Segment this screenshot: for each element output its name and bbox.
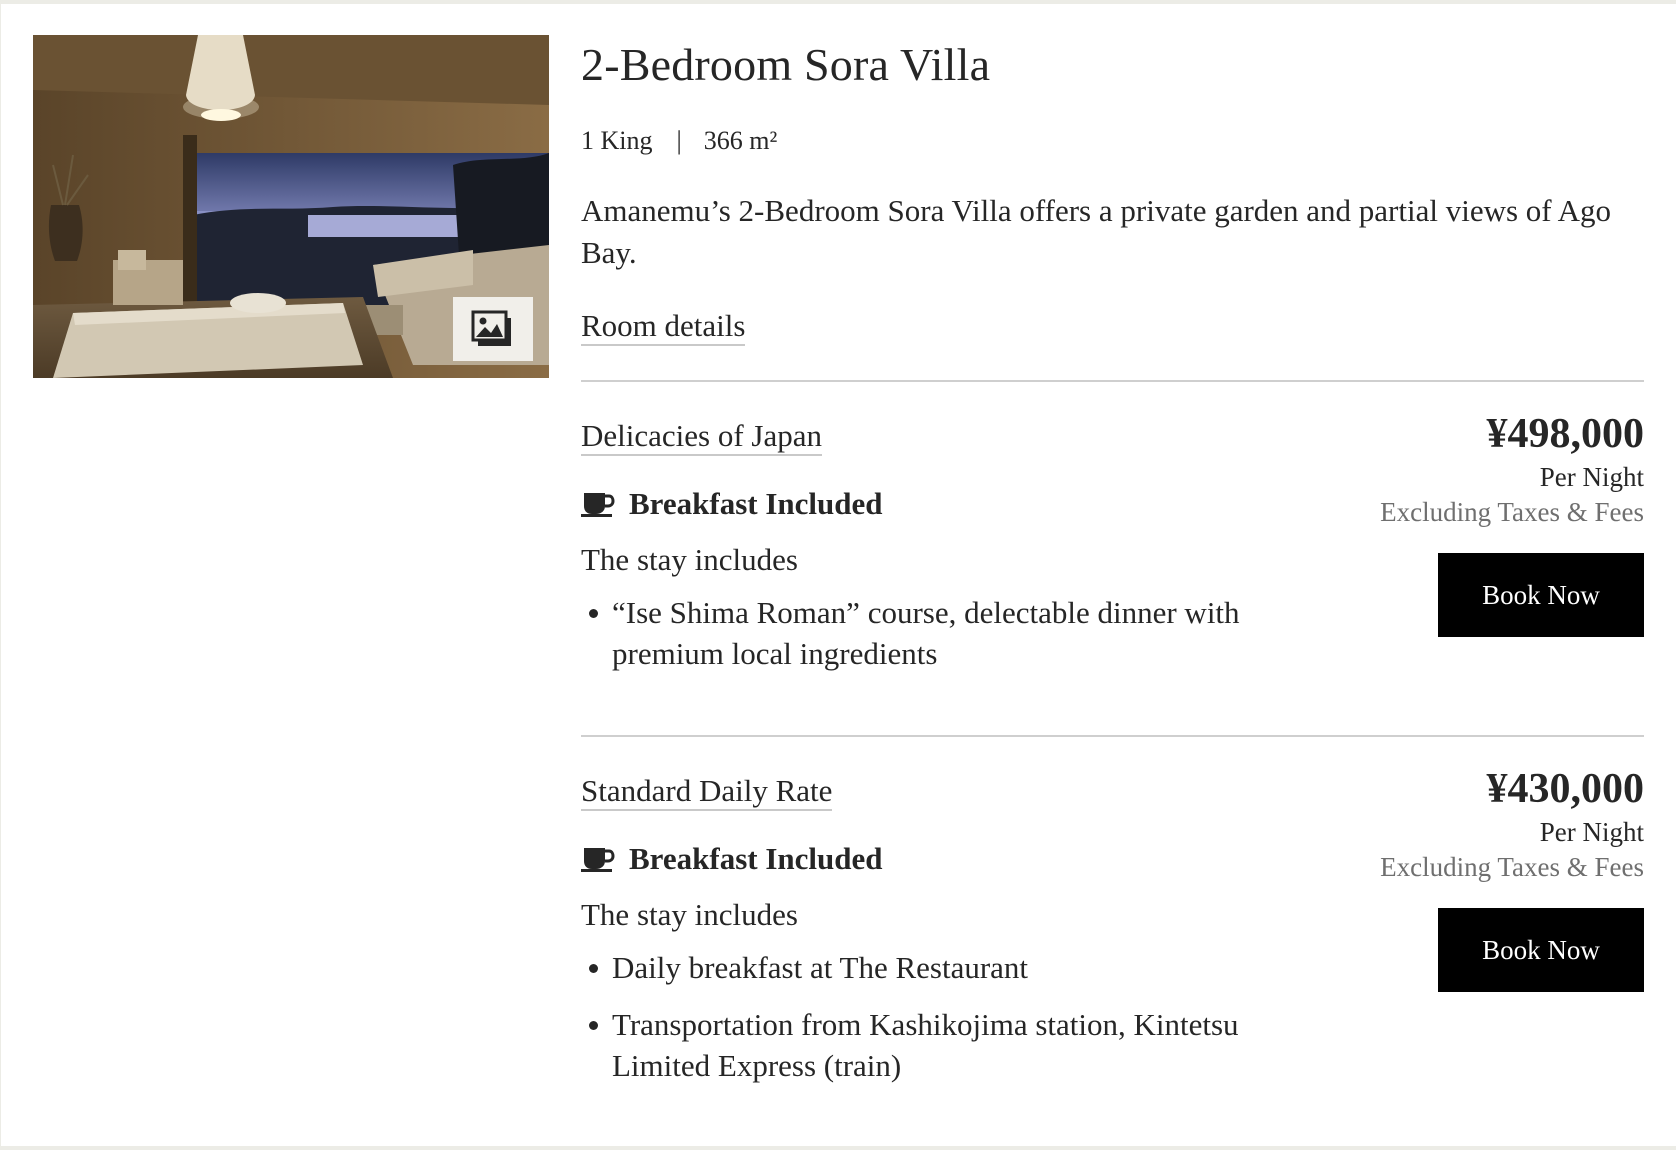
list-item: Daily breakfast at The Restaurant	[581, 947, 1281, 988]
meal-info: Breakfast Included	[581, 486, 883, 522]
book-now-button[interactable]: Book Now	[1438, 553, 1644, 637]
bed-type: 1 King	[581, 126, 653, 155]
per-night-label: Per Night	[1539, 817, 1644, 847]
rate-name-link[interactable]: Delicacies of Japan	[581, 418, 822, 456]
meta-separator: |	[676, 126, 682, 155]
price: ¥498,000	[1486, 411, 1645, 457]
price-box: ¥430,000 Per Night Excluding Taxes & Fee…	[1380, 763, 1644, 885]
image-gallery-icon	[471, 310, 511, 346]
meal-label: Breakfast Included	[629, 486, 883, 521]
rate-name-link[interactable]: Standard Daily Rate	[581, 773, 833, 811]
coffee-cup-icon	[581, 848, 615, 872]
tax-note: Excluding Taxes & Fees	[1380, 852, 1644, 882]
price: ¥430,000	[1486, 766, 1645, 812]
coffee-cup-icon	[581, 493, 615, 517]
divider	[581, 735, 1644, 737]
meal-info: Breakfast Included	[581, 841, 883, 877]
divider	[581, 380, 1644, 382]
price-box: ¥498,000 Per Night Excluding Taxes & Fee…	[1380, 408, 1644, 530]
includes-title: The stay includes	[581, 897, 798, 932]
list-item: “Ise Shima Roman” course, delectable din…	[581, 592, 1281, 674]
meal-label: Breakfast Included	[629, 841, 883, 876]
includes-title: The stay includes	[581, 542, 798, 577]
book-now-button[interactable]: Book Now	[1438, 908, 1644, 992]
room-title: 2-Bedroom Sora Villa	[581, 39, 991, 90]
room-description: Amanemu’s 2-Bedroom Sora Villa offers a …	[581, 193, 1612, 270]
room-size: 366 m²	[703, 126, 778, 155]
includes-list: “Ise Shima Roman” course, delectable din…	[581, 592, 1281, 690]
room-details-link[interactable]: Room details	[581, 308, 746, 346]
tax-note: Excluding Taxes & Fees	[1380, 497, 1644, 527]
room-photo[interactable]	[33, 35, 549, 378]
per-night-label: Per Night	[1539, 462, 1644, 492]
room-meta: 1 King | 366 m²	[581, 126, 777, 156]
includes-list: Daily breakfast at The Restaurant Transp…	[581, 947, 1281, 1102]
gallery-button[interactable]	[453, 297, 533, 361]
list-item: Transportation from Kashikojima station,…	[581, 1004, 1281, 1086]
